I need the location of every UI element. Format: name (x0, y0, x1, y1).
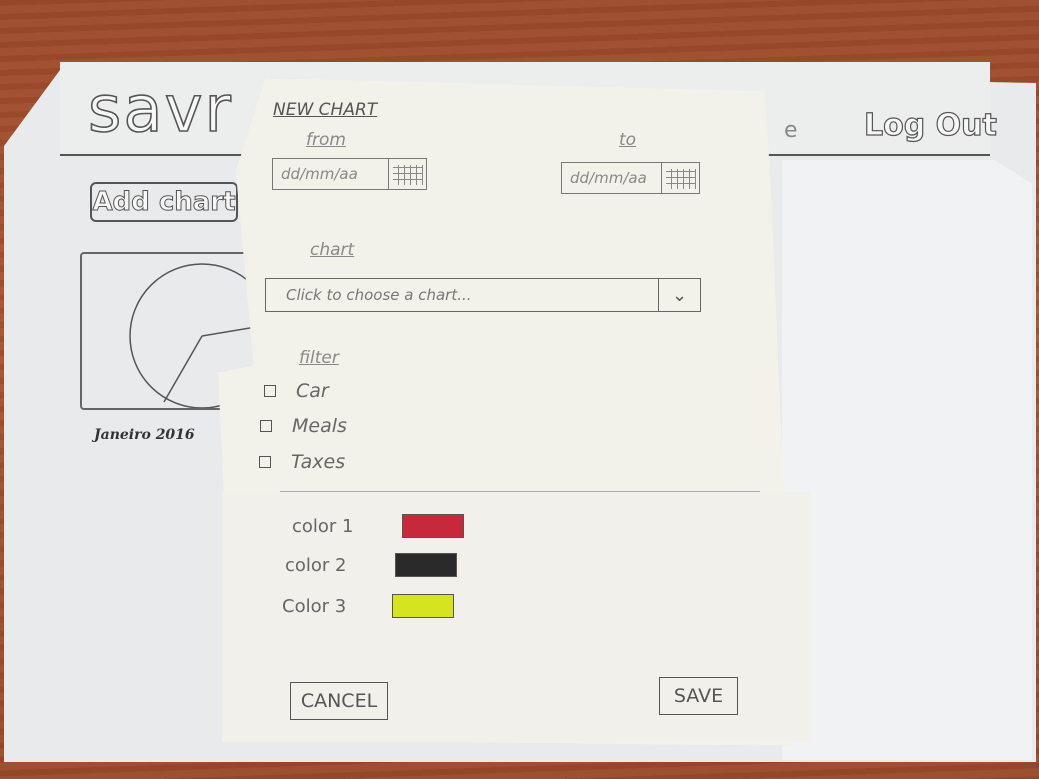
chart-select[interactable]: Click to choose a chart... ⌄ (265, 278, 701, 312)
checkbox[interactable] (259, 456, 271, 468)
dialog-title: NEW CHART (273, 100, 378, 120)
filter-label: filter (299, 348, 339, 368)
from-label: from (306, 130, 346, 150)
color-row-3: Color 3 (282, 594, 454, 618)
to-date-input[interactable]: dd/mm/aa (561, 162, 700, 194)
to-label: to (619, 130, 637, 150)
calendar-icon[interactable] (388, 159, 426, 189)
filter-car[interactable]: Car (264, 380, 329, 402)
chart-select-placeholder: Click to choose a chart... (286, 286, 472, 304)
to-date-placeholder: dd/mm/aa (570, 169, 647, 187)
filter-option-label: Taxes (291, 451, 346, 473)
logout-link[interactable]: Log Out (863, 107, 997, 143)
color-swatch[interactable] (395, 553, 457, 577)
filter-taxes[interactable]: Taxes (259, 451, 345, 473)
color-label: color 2 (285, 554, 347, 576)
from-date-input[interactable]: dd/mm/aa (272, 158, 427, 190)
filter-option-label: Car (296, 380, 329, 402)
right-paper-sheet (782, 160, 1032, 760)
filter-option-label: Meals (292, 415, 347, 437)
cancel-button[interactable]: CANCEL (290, 682, 388, 720)
section-divider (280, 491, 760, 492)
checkbox[interactable] (260, 420, 272, 432)
add-chart-button[interactable]: Add chart (90, 182, 238, 222)
color-label: color 1 (292, 515, 354, 537)
save-button[interactable]: SAVE (659, 677, 738, 715)
app-logo: savr (87, 73, 233, 147)
filter-meals[interactable]: Meals (260, 415, 347, 437)
chart-label: chart (310, 240, 355, 260)
color-row-1: color 1 (292, 514, 464, 538)
checkbox[interactable] (264, 385, 276, 397)
nav-item-partial[interactable]: e (784, 118, 798, 143)
color-swatch[interactable] (402, 514, 464, 538)
chart-caption: Janeiro 2016 (94, 427, 195, 443)
color-label: Color 3 (282, 595, 347, 617)
color-swatch[interactable] (392, 594, 454, 618)
calendar-icon[interactable] (661, 163, 699, 193)
color-row-2: color 2 (285, 553, 457, 577)
chevron-down-icon[interactable]: ⌄ (658, 279, 700, 311)
from-date-placeholder: dd/mm/aa (281, 165, 358, 183)
